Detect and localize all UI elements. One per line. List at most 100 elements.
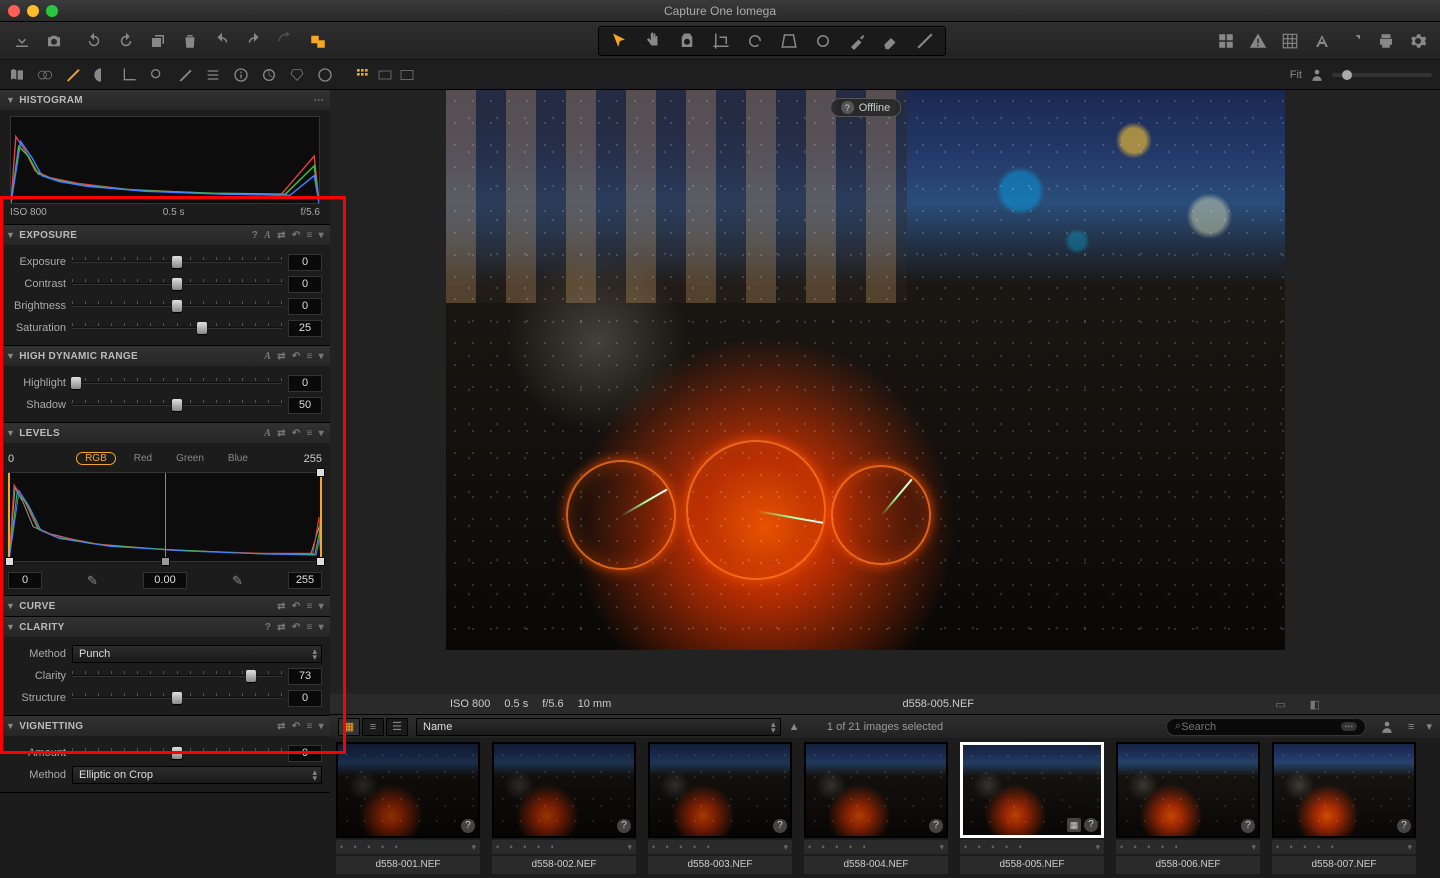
keystone-tool-icon[interactable] xyxy=(779,31,799,51)
annotation-icon[interactable] xyxy=(1312,31,1332,51)
library-tab-icon[interactable] xyxy=(8,66,26,84)
highlight-value[interactable]: 0 xyxy=(288,375,322,392)
duplicate-icon[interactable] xyxy=(148,31,168,51)
thumb-grid-btn[interactable]: ▦ xyxy=(338,718,360,736)
pointer-tool-icon[interactable] xyxy=(609,31,629,51)
exposure-slider[interactable] xyxy=(72,255,282,269)
structure-value[interactable]: 0 xyxy=(288,690,322,707)
redo-icon[interactable] xyxy=(244,31,264,51)
warning-icon[interactable] xyxy=(1248,31,1268,51)
grid-view-btn[interactable] xyxy=(354,66,372,84)
settings-icon[interactable] xyxy=(1408,31,1428,51)
thumbnail[interactable]: ? • • • • •▾ d558-004.NEF xyxy=(804,742,948,874)
grid-view-icon[interactable] xyxy=(1216,31,1236,51)
saturation-slider[interactable] xyxy=(72,321,282,335)
levels-tab-green[interactable]: Green xyxy=(170,452,210,465)
sort-dropdown[interactable]: Name▴▾ xyxy=(416,718,781,736)
exposure-tab-icon[interactable] xyxy=(64,66,82,84)
search-options-icon[interactable]: ••• xyxy=(1341,722,1357,731)
clarity-value[interactable]: 73 xyxy=(288,668,322,685)
loupe-tool-icon[interactable] xyxy=(677,31,697,51)
print-icon[interactable] xyxy=(1376,31,1396,51)
hand-tool-icon[interactable] xyxy=(643,31,663,51)
close-window[interactable] xyxy=(8,5,20,17)
levels-tab-blue[interactable]: Blue xyxy=(222,452,254,465)
panel-menu-icon[interactable]: ⋯ xyxy=(314,95,324,106)
search-input[interactable] xyxy=(1181,721,1340,733)
import-icon[interactable] xyxy=(12,31,32,51)
shadow-value[interactable]: 50 xyxy=(288,397,322,414)
clarity-method-dropdown[interactable]: Punch▴▾ xyxy=(72,645,322,663)
filmstrip-view-btn[interactable] xyxy=(376,66,394,84)
rotate-left-icon[interactable] xyxy=(84,31,104,51)
adjust-tab-icon[interactable] xyxy=(204,66,222,84)
output-tab-icon[interactable] xyxy=(260,66,278,84)
thumbnail[interactable]: ? • • • • •▾ d558-003.NEF xyxy=(648,742,792,874)
sort-asc-icon[interactable]: ▲ xyxy=(789,721,800,733)
thumbnail[interactable]: ? ▦ • • • • •▾ d558-005.NEF xyxy=(960,742,1104,874)
minimize-window[interactable] xyxy=(27,5,39,17)
highlight-row: Highlight 0 xyxy=(8,372,322,394)
list-view-btn[interactable] xyxy=(398,66,416,84)
gradient-tool-icon[interactable] xyxy=(915,31,935,51)
meta-square-icon[interactable]: ◧ xyxy=(1310,698,1320,711)
filter-dropdown-icon[interactable]: ▾ xyxy=(1426,720,1432,733)
brush-tool-icon[interactable] xyxy=(847,31,867,51)
rotate-tool-icon[interactable] xyxy=(745,31,765,51)
undo-icon[interactable] xyxy=(212,31,232,51)
levels-graph[interactable] xyxy=(8,472,322,562)
thumbnail[interactable]: ? • • • • •▾ d558-001.NEF xyxy=(336,742,480,874)
brightness-slider[interactable] xyxy=(72,299,282,313)
windows-icon[interactable] xyxy=(308,31,328,51)
filter-menu-icon[interactable]: ≡ xyxy=(1408,721,1414,733)
redo2-icon[interactable] xyxy=(276,31,296,51)
contrast-value[interactable]: 0 xyxy=(288,276,322,293)
eraser-tool-icon[interactable] xyxy=(881,31,901,51)
local-tab-icon[interactable] xyxy=(176,66,194,84)
structure-slider[interactable] xyxy=(72,691,282,705)
lens-tab-icon[interactable] xyxy=(36,66,54,84)
batch-tab-icon[interactable] xyxy=(288,66,306,84)
rating-filter-icon[interactable] xyxy=(1380,720,1394,734)
clarity-slider[interactable] xyxy=(72,669,282,683)
levels-out-low[interactable]: 0 xyxy=(8,572,42,589)
shadow-slider[interactable] xyxy=(72,398,282,412)
spot-tool-icon[interactable] xyxy=(813,31,833,51)
offline-icon: ? xyxy=(773,819,787,833)
quick-tab-icon[interactable] xyxy=(316,66,334,84)
meta-rect-icon[interactable]: ▭ xyxy=(1275,698,1285,711)
metadata-tab-icon[interactable] xyxy=(232,66,250,84)
color-tab-icon[interactable] xyxy=(92,66,110,84)
thumb-detail-btn[interactable]: ☰ xyxy=(386,718,408,736)
crop-tool-icon[interactable] xyxy=(711,31,731,51)
levels-out-high[interactable]: 255 xyxy=(288,572,322,589)
black-eyedropper-icon[interactable]: ✎ xyxy=(87,573,98,589)
thumb-list-btn[interactable]: ≡ xyxy=(362,718,384,736)
levels-tab-rgb[interactable]: RGB xyxy=(76,452,116,465)
trash-icon[interactable] xyxy=(180,31,200,51)
levels-out-mid[interactable]: 0.00 xyxy=(143,572,187,589)
levels-tab-red[interactable]: Red xyxy=(128,452,158,465)
amount-slider[interactable] xyxy=(72,746,282,760)
contrast-slider[interactable] xyxy=(72,277,282,291)
highlight-slider[interactable] xyxy=(72,376,282,390)
grid-overlay-icon[interactable] xyxy=(1280,31,1300,51)
expand-icon[interactable] xyxy=(1344,31,1364,51)
zoom-slider[interactable] xyxy=(1332,73,1432,77)
thumbnail[interactable]: ? • • • • •▾ d558-007.NEF xyxy=(1272,742,1416,874)
main-image[interactable]: ? Offline xyxy=(446,90,1285,650)
focus-tab-icon[interactable] xyxy=(148,66,166,84)
white-eyedropper-icon[interactable]: ✎ xyxy=(232,573,243,589)
thumbnail[interactable]: ? • • • • •▾ d558-006.NEF xyxy=(1116,742,1260,874)
zoom-window[interactable] xyxy=(46,5,58,17)
thumbnail[interactable]: ? • • • • •▾ d558-002.NEF xyxy=(492,742,636,874)
fit-person-icon[interactable] xyxy=(1310,68,1324,82)
camera-icon[interactable] xyxy=(44,31,64,51)
vignetting-method-dropdown[interactable]: Elliptic on Crop▴▾ xyxy=(72,766,322,784)
crop-tab-icon[interactable] xyxy=(120,66,138,84)
amount-value[interactable]: 0 xyxy=(288,745,322,762)
exposure-value[interactable]: 0 xyxy=(288,254,322,271)
rotate-right-icon[interactable] xyxy=(116,31,136,51)
saturation-value[interactable]: 25 xyxy=(288,320,322,337)
brightness-value[interactable]: 0 xyxy=(288,298,322,315)
